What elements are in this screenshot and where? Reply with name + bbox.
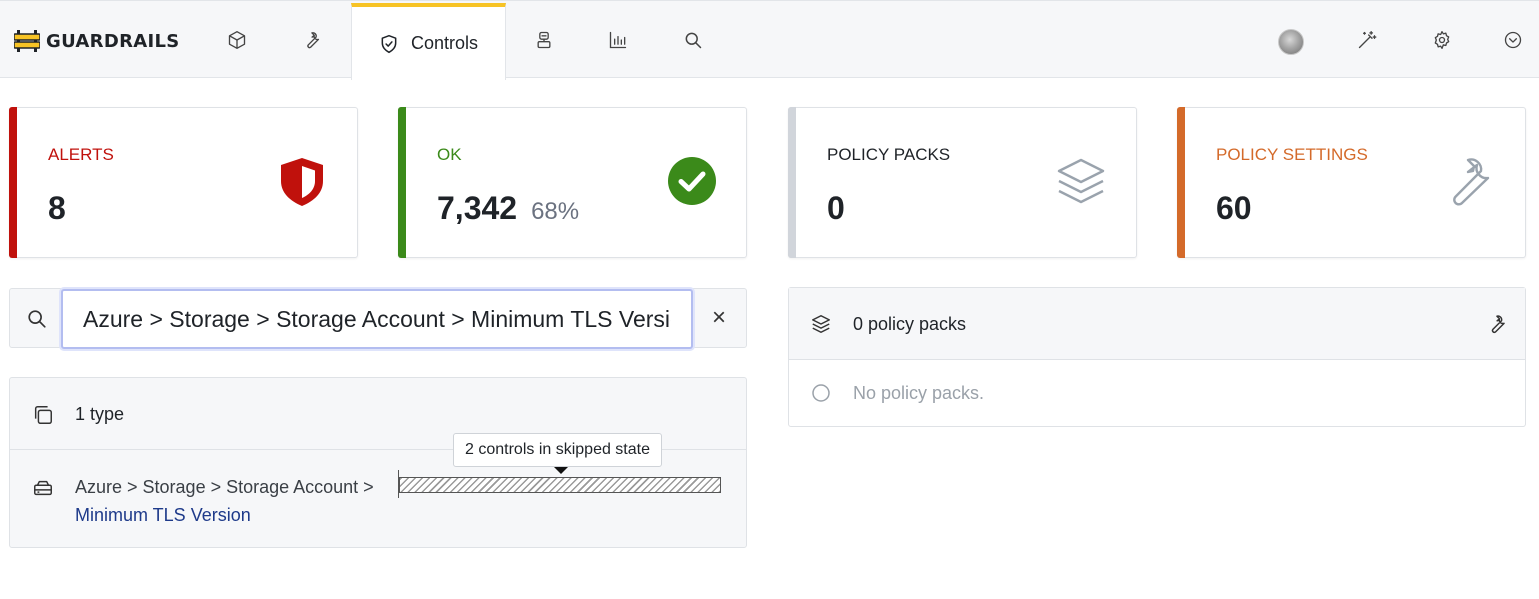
policy-packs-panel: 0 policy packs No policy packs. (788, 287, 1526, 427)
policy-packs-empty-text: No policy packs. (853, 383, 985, 403)
chevron-down-circle-icon[interactable] (1502, 29, 1524, 51)
shield-check-icon (381, 34, 397, 53)
clear-icon[interactable]: × (708, 306, 730, 330)
layers-icon (1057, 158, 1105, 204)
top-nav: GUARDRAILS Controls (0, 0, 1539, 80)
ok-value: 7,342 (437, 190, 518, 226)
bot-icon[interactable] (533, 29, 555, 51)
shield-alert-icon (281, 158, 323, 206)
search-icon (28, 310, 46, 328)
type-path-leaf[interactable]: Minimum TLS Version (75, 505, 251, 525)
tab-controls[interactable]: Controls (351, 3, 506, 80)
policy-settings-accent-bar (1177, 107, 1185, 258)
policy-packs-accent-bar (788, 107, 796, 258)
types-count: 1 type (75, 404, 125, 424)
alerts-label: ALERTS (48, 145, 114, 164)
skipped-state-bar[interactable] (399, 477, 721, 493)
avatar[interactable] (1278, 29, 1304, 55)
brand-name: GUARDRAILS (46, 30, 180, 52)
brand-logo[interactable]: GUARDRAILS (14, 29, 180, 53)
search-bar: × (9, 288, 747, 349)
policy-packs-value: 0 (827, 190, 845, 226)
empty-circle-icon (812, 384, 830, 402)
copy-icon (34, 406, 52, 424)
policy-settings-value: 60 (1216, 190, 1252, 226)
wrench-icon (1453, 158, 1490, 206)
ok-label: OK (437, 145, 462, 164)
layers-icon (812, 315, 830, 333)
wrench-icon[interactable] (301, 29, 323, 51)
types-panel: 1 type Azure > Storage > Storage Account… (9, 377, 747, 548)
alerts-accent-bar (9, 107, 17, 258)
wrench-icon[interactable] (1486, 313, 1508, 335)
policy-packs-card[interactable]: POLICY PACKS 0 (788, 107, 1137, 258)
ok-card[interactable]: OK 7,342 68% (398, 107, 747, 258)
tooltip-arrow (554, 467, 568, 474)
guardrails-logo-icon (14, 30, 40, 52)
ok-percent: 68% (531, 198, 580, 225)
skipped-tooltip: 2 controls in skipped state (453, 433, 662, 467)
check-circle-icon (668, 157, 716, 205)
type-path[interactable]: Azure > Storage > Storage Account > Mini… (75, 473, 375, 529)
policy-packs-header: 0 policy packs (789, 288, 1525, 360)
search-icon[interactable] (682, 29, 704, 51)
tab-controls-label: Controls (410, 33, 479, 53)
storage-icon (34, 480, 52, 496)
policy-packs-label: POLICY PACKS (827, 145, 951, 164)
magic-wand-icon[interactable] (1356, 29, 1378, 51)
cube-icon[interactable] (226, 29, 248, 51)
policy-settings-label: POLICY SETTINGS (1216, 145, 1368, 164)
policy-settings-card[interactable]: POLICY SETTINGS 60 (1177, 107, 1526, 258)
alerts-card[interactable]: ALERTS 8 (9, 107, 358, 258)
ok-accent-bar (398, 107, 406, 258)
type-path-prefix: Azure > Storage > Storage Account > (75, 477, 374, 497)
bar-chart-icon[interactable] (607, 29, 629, 51)
gear-icon[interactable] (1431, 29, 1453, 51)
search-input[interactable] (61, 289, 693, 349)
alerts-value: 8 (48, 190, 66, 226)
policy-packs-count: 0 policy packs (853, 314, 967, 334)
ok-value-row: 7,342 68% (437, 190, 579, 227)
